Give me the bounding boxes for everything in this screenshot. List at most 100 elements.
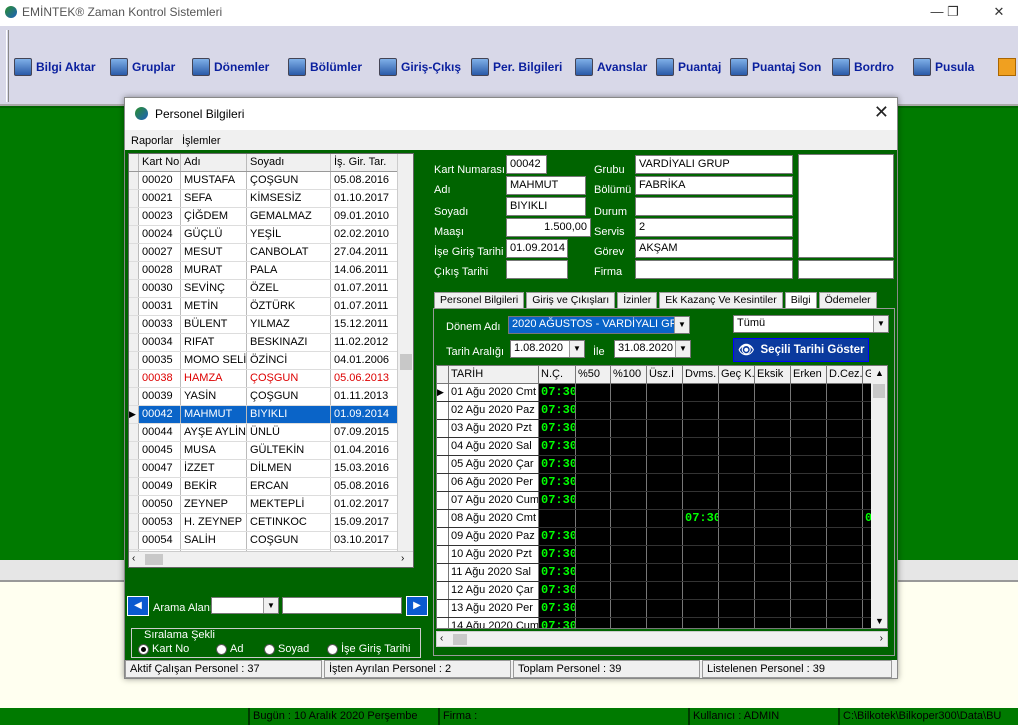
- toolbar-tree-button[interactable]: Gruplar: [110, 58, 175, 76]
- tab-giris-cikislari[interactable]: Giriş ve Çıkışları: [526, 292, 616, 309]
- firma-field[interactable]: [635, 260, 793, 279]
- tab-ek-kazanc[interactable]: Ek Kazanç Ve Kesintiler: [659, 292, 783, 309]
- time-row[interactable]: 02 Ağu 2020 Paz 07:30: [437, 402, 887, 420]
- ise-field[interactable]: 01.09.2014: [506, 239, 568, 258]
- nav-next-icon[interactable]: ▶: [406, 596, 428, 616]
- toolbar-id-card-button[interactable]: Puantaj: [656, 58, 721, 76]
- toolbar-transfer-button[interactable]: Bilgi Aktar: [14, 58, 96, 76]
- table-row[interactable]: 00033 BÜLENT YILMAZ 15.12.2011: [129, 316, 413, 334]
- time-row[interactable]: 07 Ağu 2020 Cum 07:30: [437, 492, 887, 510]
- toolbar-money-button[interactable]: Avanslar: [575, 58, 647, 76]
- time-row[interactable]: 11 Ağu 2020 Sal 07:30: [437, 564, 887, 582]
- time-row[interactable]: 04 Ağu 2020 Sal 07:30: [437, 438, 887, 456]
- search-field-select[interactable]: ▼: [211, 597, 279, 614]
- time-row[interactable]: 08 Ağu 2020 Cmt07:3007:30: [437, 510, 887, 528]
- table-row[interactable]: 00024 GÜÇLÜ YEŞİL 02.02.2010: [129, 226, 413, 244]
- toolbar-people-button[interactable]: Per. Bilgileri: [471, 58, 562, 76]
- extra-toolbar-icon[interactable]: [998, 58, 1016, 76]
- time-row[interactable]: 13 Ağu 2020 Per 07:30: [437, 600, 887, 618]
- time-row[interactable]: 05 Ağu 2020 Çar 07:30: [437, 456, 887, 474]
- filter-select[interactable]: Tümü ▼: [733, 315, 889, 333]
- table-row[interactable]: 00038 HAMZA ÇOŞGUN 05.06.2013: [129, 370, 413, 388]
- table-row[interactable]: 00047 İZZET DİLMEN 15.03.2016: [129, 460, 413, 478]
- table-row[interactable]: 00034 RIFAT BESKINAZI 11.02.2012: [129, 334, 413, 352]
- time-row[interactable]: 09 Ağu 2020 Paz 07:30: [437, 528, 887, 546]
- tab-izinler[interactable]: İzinler: [617, 292, 658, 309]
- bolumu-field[interactable]: FABRİKA: [635, 176, 793, 195]
- tab-odemeler[interactable]: Ödemeler: [818, 292, 877, 309]
- toolbar-calendar-button[interactable]: Dönemler: [192, 58, 269, 76]
- time-row[interactable]: 03 Ağu 2020 Pzt 07:30: [437, 420, 887, 438]
- table-row[interactable]: 00021 SEFA KİMSESİZ 01.10.2017: [129, 190, 413, 208]
- time-row[interactable]: ▶ 01 Ağu 2020 Cmt 07:30: [437, 384, 887, 402]
- table-row[interactable]: 00028 MURAT PALA 14.06.2011: [129, 262, 413, 280]
- photo-caption-field[interactable]: [798, 260, 894, 279]
- toolbar-sheet-button[interactable]: Puantaj Son: [730, 58, 821, 76]
- sort-soyad-radio[interactable]: Soyad: [264, 643, 309, 655]
- table-row[interactable]: 00020 MUSTAFA ÇOŞGUN 05.08.2016: [129, 172, 413, 190]
- time-col-header[interactable]: Dvms.: [683, 366, 719, 383]
- col-soyadi[interactable]: Soyadı: [247, 154, 331, 171]
- table-row[interactable]: 00045 MUSA GÜLTEKİN 01.04.2016: [129, 442, 413, 460]
- time-grid-horizontal-scrollbar[interactable]: ‹ ›: [436, 631, 888, 647]
- kart-field[interactable]: 00042: [506, 155, 547, 174]
- time-row[interactable]: 12 Ağu 2020 Çar 07:30: [437, 582, 887, 600]
- toolbar-receipt-button[interactable]: Pusula: [913, 58, 974, 76]
- close-button[interactable]: ✕: [976, 0, 1018, 26]
- toolbar-coins-button[interactable]: Bordro: [832, 58, 894, 76]
- range-to-select[interactable]: 31.08.2020 ▼: [614, 340, 691, 358]
- toolbar-clock-button[interactable]: Giriş-Çıkış: [379, 58, 461, 76]
- photo-box[interactable]: [798, 154, 894, 258]
- toolbar-sections-button[interactable]: Bölümler: [288, 58, 362, 76]
- time-col-header[interactable]: %50: [576, 366, 611, 383]
- adi-field[interactable]: MAHMUT: [506, 176, 586, 195]
- time-col-header[interactable]: %100: [611, 366, 647, 383]
- dialog-close-button[interactable]: ✕: [874, 102, 889, 123]
- table-row[interactable]: 00039 YASİN ÇOŞGUN 01.11.2013: [129, 388, 413, 406]
- time-row[interactable]: 10 Ağu 2020 Pzt 07:30: [437, 546, 887, 564]
- time-col-header[interactable]: N.Ç.: [539, 366, 576, 383]
- time-col-header[interactable]: D.Cez.: [827, 366, 863, 383]
- sort-ise-giris-radio[interactable]: İşe Giriş Tarihi: [327, 643, 410, 655]
- grubu-field[interactable]: VARDİYALI GRUP: [635, 155, 793, 174]
- col-kart-no[interactable]: Kart No: [139, 154, 181, 171]
- search-input[interactable]: [282, 597, 402, 614]
- table-row[interactable]: 00023 ÇİĞDEM GEMALMAZ 09.01.2010: [129, 208, 413, 226]
- time-row[interactable]: 06 Ağu 2020 Per 07:30: [437, 474, 887, 492]
- table-row[interactable]: ▶ 00042 MAHMUT BIYIKLI 01.09.2014: [129, 406, 413, 424]
- table-row[interactable]: 00053 H. ZEYNEP CETINKOC 15.09.2017: [129, 514, 413, 532]
- period-select[interactable]: 2020 AĞUSTOS - VARDİYALI GRUP ▼: [508, 316, 690, 334]
- maximize-button[interactable]: ❐: [930, 0, 976, 26]
- time-col-header[interactable]: Üsz.İ: [647, 366, 683, 383]
- cikis-field[interactable]: [506, 260, 568, 279]
- table-row[interactable]: 00049 BEKİR ERCAN 05.08.2016: [129, 478, 413, 496]
- time-grid-vertical-scrollbar[interactable]: ▲ ▼: [871, 366, 887, 628]
- tab-bilgi[interactable]: Bilgi: [784, 292, 817, 309]
- show-selected-date-button[interactable]: 👁 Seçili Tarihi Göster: [733, 338, 869, 362]
- grid-horizontal-scrollbar[interactable]: ‹ ›: [129, 551, 413, 567]
- time-col-header[interactable]: TARİH: [449, 366, 539, 383]
- tab-personel-bilgileri[interactable]: Personel Bilgileri: [434, 292, 525, 309]
- time-col-header[interactable]: Erken: [791, 366, 827, 383]
- toolbar-grip[interactable]: [6, 30, 9, 102]
- sort-kart-no-radio[interactable]: Kart No: [138, 643, 189, 655]
- servis-field[interactable]: 2: [635, 218, 793, 237]
- maasi-field[interactable]: 1.500,00: [506, 218, 591, 237]
- nav-prev-icon[interactable]: ◀: [127, 596, 149, 616]
- time-col-header[interactable]: Eksik: [755, 366, 791, 383]
- range-from-select[interactable]: 1.08.2020 ▼: [510, 340, 585, 358]
- time-col-header[interactable]: Geç K.: [719, 366, 755, 383]
- table-row[interactable]: 00031 METİN ÖZTÜRK 01.07.2011: [129, 298, 413, 316]
- table-row[interactable]: 00035MOMO SELİNÖZİNCİ04.01.2006: [129, 352, 413, 370]
- table-row[interactable]: 00027 MESUT CANBOLAT 27.04.2011: [129, 244, 413, 262]
- col-adi[interactable]: Adı: [181, 154, 247, 171]
- gorev-field[interactable]: AKŞAM: [635, 239, 793, 258]
- table-row[interactable]: 00050 ZEYNEP MEKTEPLİ 01.02.2017: [129, 496, 413, 514]
- sort-ad-radio[interactable]: Ad: [216, 643, 243, 655]
- table-row[interactable]: 00044 AYŞE AYLİN ÜNLÜ 07.09.2015: [129, 424, 413, 442]
- table-row[interactable]: 00030 SEVİNÇ ÖZEL 01.07.2011: [129, 280, 413, 298]
- menu-islemler[interactable]: İşlemler: [182, 135, 221, 147]
- time-row[interactable]: 14 Ağu 2020 Cum 07:30: [437, 618, 887, 628]
- soyadi-field[interactable]: BIYIKLI: [506, 197, 586, 216]
- grid-vertical-scrollbar[interactable]: [397, 154, 413, 551]
